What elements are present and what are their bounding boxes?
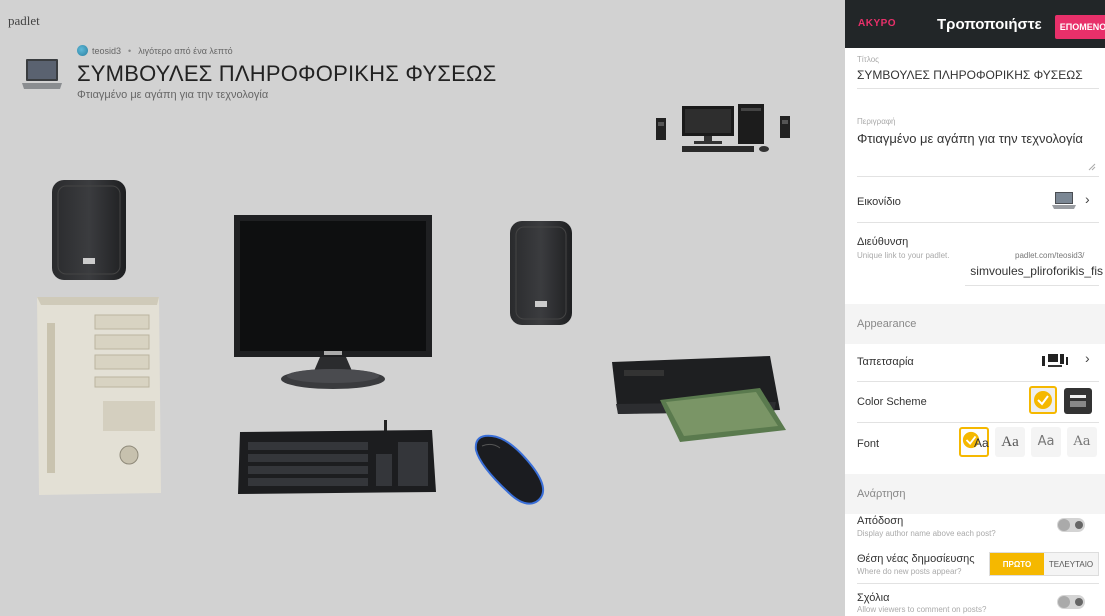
dark-scheme-block xyxy=(1070,401,1086,407)
author-avatar xyxy=(77,45,88,56)
divider xyxy=(857,88,1099,89)
address-input[interactable]: simvoules_pliroforikis_fis xyxy=(965,264,1103,278)
wallpaper-picker[interactable]: › xyxy=(1041,350,1099,372)
speaker-left-image xyxy=(52,180,126,280)
icon-row-label: Εικονίδιο xyxy=(857,196,901,208)
padlet-wall: padlet teosid3 • λιγότερο από ένα λεπτό … xyxy=(0,0,845,616)
address-prefix: padlet.com/teosid3/ xyxy=(1015,251,1085,260)
divider xyxy=(857,176,1099,177)
attribution-label: Απόδοση xyxy=(857,515,904,527)
wallpaper-thumbnail-icon xyxy=(1042,354,1068,367)
wall-description: Φτιαγμένο με αγάπη για την τεχνολογία xyxy=(77,89,269,101)
font-sample: Aa xyxy=(1001,434,1019,450)
check-icon xyxy=(1034,391,1052,409)
posting-section-header: Ανάρτηση xyxy=(845,474,1105,514)
padlet-logo[interactable]: padlet xyxy=(8,13,40,29)
font-sample: Aa xyxy=(1073,434,1091,449)
dark-scheme-bar xyxy=(1070,395,1086,398)
settings-panel: ΑΚΥΡΟ Τροποποιήστε ΕΠΟΜΕΝΟ Τίτλος ΣΥΜΒΟΥ… xyxy=(845,0,1105,616)
new-post-position-segmented: ΠΡΩΤΟ ΤΕΛΕΥΤΑΙΟ xyxy=(989,552,1099,576)
title-input[interactable]: ΣΥΜΒΟΥΛΕΣ ΠΛΗΡΟΦΟΡΙΚΗΣ ΦΥΣΕΩΣ xyxy=(857,68,1097,82)
font-sample: Aa xyxy=(974,436,989,450)
description-textarea[interactable]: Φτιαγμένο με αγάπη για την τεχνολογία xyxy=(857,131,1097,146)
new-post-position-hint: Where do new posts appear? xyxy=(857,567,962,576)
font-sample: Aa xyxy=(1037,434,1055,449)
color-scheme-dark-option[interactable] xyxy=(1064,388,1092,414)
wall-title: ΣΥΜΒΟΥΛΕΣ ΠΛΗΡΟΦΟΡΙΚΗΣ ΦΥΣΕΩΣ xyxy=(77,61,497,86)
color-scheme-light-option[interactable] xyxy=(1029,386,1057,414)
font-option-1[interactable]: Aa xyxy=(959,427,989,457)
post-time: λιγότερο από ένα λεπτό xyxy=(138,45,233,56)
font-option-4[interactable]: Aa xyxy=(1067,427,1097,457)
attribution-hint: Display author name above each post? xyxy=(857,529,996,538)
icon-picker[interactable]: › xyxy=(1051,190,1099,212)
appearance-heading: Appearance xyxy=(857,318,917,330)
font-option-2[interactable]: Aa xyxy=(995,427,1025,457)
laptop-icon xyxy=(1052,192,1076,209)
color-scheme-label: Color Scheme xyxy=(857,396,927,408)
font-option-3[interactable]: Aa xyxy=(1031,427,1061,457)
wall-laptop-icon xyxy=(22,59,62,89)
panel-header: ΑΚΥΡΟ Τροποποιήστε ΕΠΟΜΕΝΟ xyxy=(845,0,1105,48)
last-option-button[interactable]: ΤΕΛΕΥΤΑΙΟ xyxy=(1044,553,1098,575)
posting-heading: Ανάρτηση xyxy=(857,488,906,500)
comments-label: Σχόλια xyxy=(857,592,890,604)
attribution-toggle[interactable] xyxy=(1057,518,1085,532)
title-field-label: Τίτλος xyxy=(857,55,880,64)
comments-hint: Allow viewers to comment on posts? xyxy=(857,605,987,614)
first-option-button[interactable]: ΠΡΩΤΟ xyxy=(990,553,1044,575)
divider xyxy=(857,222,1099,223)
wall-meta: teosid3 • λιγότερο από ένα λεπτό xyxy=(77,45,233,56)
appearance-section-header: Appearance xyxy=(845,304,1105,344)
panel-title: Τροποποιήστε xyxy=(937,16,1042,33)
divider xyxy=(857,583,1099,584)
monitor-image xyxy=(234,215,432,389)
mouse-image xyxy=(474,434,544,505)
chevron-right-icon: › xyxy=(1085,191,1090,207)
chevron-right-icon: › xyxy=(1085,350,1090,366)
new-post-position-label: Θέση νέας δημοσίευσης xyxy=(857,553,975,565)
wallpaper-label: Ταπετσαρία xyxy=(857,356,914,368)
desktop-setup-image xyxy=(656,104,790,152)
divider xyxy=(857,422,1099,423)
divider xyxy=(857,381,1099,382)
cancel-button[interactable]: ΑΚΥΡΟ xyxy=(858,18,896,29)
address-label: Διεύθυνση xyxy=(857,236,909,248)
description-field-label: Περιγραφή xyxy=(857,117,896,126)
author-name[interactable]: teosid3 xyxy=(92,46,121,56)
next-button[interactable]: ΕΠΟΜΕΝΟ xyxy=(1055,15,1105,39)
keyboard-image xyxy=(238,420,436,494)
address-hint: Unique link to your padlet. xyxy=(857,251,950,260)
printer-image xyxy=(612,356,786,442)
speaker-right-image xyxy=(510,221,572,325)
divider xyxy=(965,285,1099,286)
resize-handle-icon[interactable] xyxy=(1088,163,1096,171)
pc-tower-image xyxy=(37,297,161,495)
font-label: Font xyxy=(857,438,880,450)
comments-toggle[interactable] xyxy=(1057,595,1085,609)
meta-separator: • xyxy=(128,45,132,56)
